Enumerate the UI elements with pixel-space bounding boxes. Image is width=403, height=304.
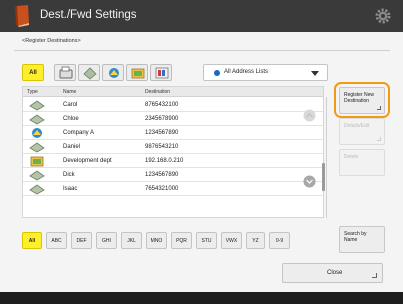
destination-table: Type Name Destination Carol 8765432100 C… [22, 86, 327, 218]
header-destination: Destination [145, 89, 171, 95]
close-label: Close [327, 270, 343, 276]
group-icon [32, 128, 42, 138]
address-book-icon [214, 70, 220, 76]
delete-label: Delete [344, 154, 359, 160]
row-destination: 1234567890 [145, 130, 179, 136]
alpha-tab-pqr[interactable]: PQR [171, 232, 192, 249]
email-icon [29, 184, 45, 195]
row-destination: 1234567890 [145, 172, 179, 178]
filter-email-button[interactable] [78, 64, 100, 81]
alpha-tab-def[interactable]: DEF [71, 232, 92, 249]
highlight-frame [334, 82, 390, 118]
alpha-tab-mno[interactable]: MNO [146, 232, 167, 249]
folder-icon [30, 156, 44, 167]
table-row[interactable]: Dick 1234567890 [23, 168, 323, 182]
header-name: Name [63, 89, 77, 95]
alpha-tab-stu[interactable]: STU [196, 232, 217, 249]
mailbox-icon [155, 67, 169, 79]
table-row[interactable]: Company A 1234567890 [23, 126, 323, 140]
table-row[interactable]: Chloe 2345678900 [23, 112, 323, 126]
table-row[interactable]: Isaac 7654321000 [23, 182, 323, 196]
email-icon [29, 142, 45, 153]
details-edit-label: Details/Edit [344, 123, 370, 129]
close-button[interactable]: Close [282, 263, 383, 283]
screen: Dest./Fwd Settings <Register Destination… [0, 0, 403, 304]
row-name: Daniel [63, 144, 81, 150]
email-icon [29, 114, 45, 125]
chevron-down-icon [311, 71, 319, 76]
scroll-up-button[interactable] [303, 109, 316, 122]
alpha-tab-ghi[interactable]: GHI [96, 232, 117, 249]
address-list-label: All Address Lists [224, 69, 269, 75]
row-name: Chloe [63, 116, 79, 122]
fax-icon [59, 66, 73, 79]
table-header: Type Name Destination [23, 87, 323, 97]
scroll-down-button[interactable] [303, 175, 316, 188]
subtitle: <Register Destinations> [22, 38, 81, 44]
filter-mailbox-button[interactable] [150, 64, 172, 81]
scrollbar-thumb[interactable] [322, 163, 325, 191]
row-destination: 7654321000 [145, 186, 179, 192]
address-list-dropdown[interactable]: All Address Lists [203, 64, 328, 81]
row-name: Dick [63, 172, 75, 178]
table-row[interactable]: Carol 8765432100 [23, 98, 323, 112]
alpha-tab-yz[interactable]: YZ [246, 232, 265, 249]
alpha-tab-all[interactable]: All [22, 232, 42, 249]
filter-all-button[interactable]: All [22, 64, 44, 81]
book-icon [15, 5, 29, 27]
alpha-tab-abc[interactable]: ABC [46, 232, 67, 249]
header-type: Type [27, 89, 38, 95]
bottom-bar [0, 292, 403, 304]
alpha-tab-vwx[interactable]: VWX [221, 232, 242, 249]
scrollbar-track[interactable] [326, 97, 327, 218]
page-title: Dest./Fwd Settings [40, 9, 137, 21]
search-label: Search by Name [344, 231, 367, 243]
alpha-tab-numbers[interactable]: 0-9 [269, 232, 290, 249]
search-by-name-button[interactable]: Search by Name [339, 226, 385, 253]
row-destination: 8765432100 [145, 102, 179, 108]
group-icon [109, 68, 119, 78]
title-bar: Dest./Fwd Settings [0, 0, 403, 32]
row-name: Carol [63, 102, 78, 108]
gear-icon[interactable] [373, 6, 393, 26]
alpha-tab-jkl[interactable]: JKL [121, 232, 142, 249]
filter-fax-button[interactable] [54, 64, 76, 81]
email-icon [29, 170, 45, 181]
corner-arrow-icon [377, 137, 381, 141]
row-name: Company A [63, 130, 95, 136]
filter-group-button[interactable] [102, 64, 124, 81]
divider [14, 50, 390, 51]
table-row[interactable]: Development dept 192.168.0.210 [23, 154, 323, 168]
table-row[interactable]: Daniel 9876543210 [23, 140, 323, 154]
email-icon [29, 100, 45, 111]
corner-arrow-icon [372, 273, 377, 278]
email-icon [83, 67, 97, 80]
details-edit-button[interactable]: Details/Edit [339, 118, 385, 145]
row-destination: 192.168.0.210 [145, 158, 184, 164]
row-name: Isaac [63, 186, 78, 192]
filter-file-button[interactable] [126, 64, 148, 81]
row-destination: 2345678900 [145, 116, 179, 122]
row-name: Development dept [63, 158, 112, 164]
row-destination: 9876543210 [145, 144, 179, 150]
delete-button[interactable]: Delete [339, 149, 385, 176]
folder-icon [131, 68, 145, 79]
